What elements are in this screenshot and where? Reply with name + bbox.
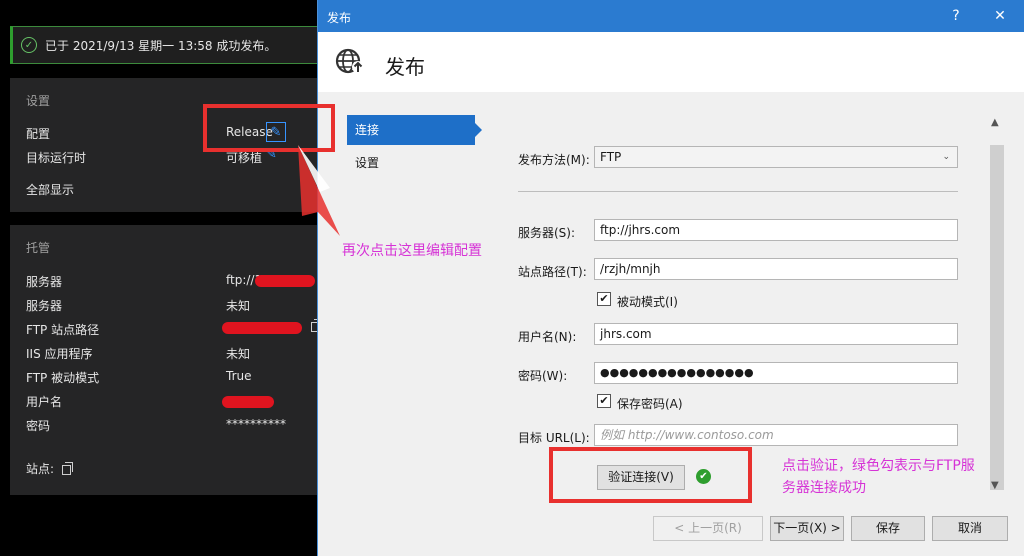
publish-method-value: FTP	[600, 150, 622, 164]
server-field-label: 服务器(S):	[518, 226, 576, 240]
scroll-up-icon[interactable]: ▲	[991, 117, 999, 128]
annotation-verify-text-2: 务器连接成功	[782, 480, 866, 496]
server-label: 服务器	[26, 275, 63, 289]
dialog-titlebar: 发布 ? ✕	[318, 0, 1024, 32]
passive-mode-label: 被动模式(I)	[617, 295, 678, 309]
save-password-label: 保存密码(A)	[617, 397, 683, 411]
ftp-passive-value: True	[226, 369, 252, 383]
settings-heading: 设置	[26, 94, 51, 108]
chevron-down-icon: ⌄	[942, 152, 950, 162]
target-url-label: 目标 URL(L):	[518, 431, 590, 445]
screen: ✓ 已于 2021/9/13 星期一 13:58 成功发布。 设置 配置 Rel…	[0, 0, 1024, 556]
annotation-box-verify	[549, 447, 752, 503]
site-path-input[interactable]: /rzjh/mnjh	[594, 258, 958, 280]
divider	[518, 191, 958, 192]
next-button[interactable]: 下一页(X) >	[770, 516, 844, 541]
prev-button[interactable]: < 上一页(R)	[653, 516, 763, 541]
password-field-label: 密码(W):	[518, 369, 568, 383]
annotation-arrow	[298, 145, 340, 236]
copy-icon[interactable]	[62, 461, 74, 475]
password-label: 密码	[26, 419, 51, 433]
server-input[interactable]: ftp://jhrs.com	[594, 219, 958, 241]
username-input[interactable]: jhrs.com	[594, 323, 958, 345]
scrollbar-thumb[interactable]	[990, 145, 1004, 490]
redaction-mark	[222, 322, 302, 334]
site-label: 站点:	[26, 460, 74, 477]
scroll-down-icon[interactable]: ▼	[991, 480, 999, 491]
redaction-mark	[255, 275, 315, 287]
dialog-header: 发布	[318, 32, 1024, 92]
save-button[interactable]: 保存	[851, 516, 925, 541]
password-value: **********	[226, 417, 286, 431]
passive-mode-checkbox[interactable]: ✔	[597, 292, 611, 306]
target-url-input[interactable]: 例如 http://www.contoso.com	[594, 424, 958, 446]
username-field-label: 用户名(N):	[518, 330, 577, 344]
hosting-heading: 托管	[26, 241, 51, 255]
target-runtime-label: 目标运行时	[26, 151, 87, 165]
server-value-2: 未知	[226, 299, 251, 313]
publish-success-text: 已于 2021/9/13 星期一 13:58 成功发布。	[45, 38, 277, 53]
hosting-card: 托管 服务器 ftp://1 服务器 未知 FTP 站点路径 IIS 应用程序 …	[10, 225, 330, 495]
save-password-checkbox[interactable]: ✔	[597, 394, 611, 408]
annotation-verify-text-1: 点击验证，绿色勾表示与FTP服	[782, 458, 975, 474]
close-button[interactable]: ✕	[990, 6, 1010, 26]
dialog-window-title: 发布	[327, 11, 352, 25]
server-label-2: 服务器	[26, 299, 63, 313]
ftp-passive-label: FTP 被动模式	[26, 371, 100, 385]
ftp-site-path-label: FTP 站点路径	[26, 323, 100, 337]
iis-app-label: IIS 应用程序	[26, 347, 93, 361]
dialog-header-title: 发布	[385, 55, 425, 79]
check-circle-icon: ✓	[21, 37, 37, 53]
config-label: 配置	[26, 127, 51, 141]
password-input[interactable]: ●●●●●●●●●●●●●●●●	[594, 362, 958, 384]
annotation-edit-config-text: 再次点击这里编辑配置	[342, 243, 482, 259]
iis-app-value: 未知	[226, 347, 251, 361]
help-button[interactable]: ?	[946, 6, 966, 26]
cancel-button[interactable]: 取消	[932, 516, 1008, 541]
show-all-link[interactable]: 全部显示	[26, 181, 74, 198]
publish-success-banner: ✓ 已于 2021/9/13 星期一 13:58 成功发布。	[10, 26, 330, 64]
publish-method-select[interactable]: FTP ⌄	[594, 146, 958, 168]
publish-method-label: 发布方法(M):	[518, 153, 590, 167]
username-label: 用户名	[26, 395, 63, 409]
redaction-mark	[222, 396, 274, 408]
globe-publish-icon	[335, 48, 364, 74]
site-path-field-label: 站点路径(T):	[518, 265, 587, 279]
